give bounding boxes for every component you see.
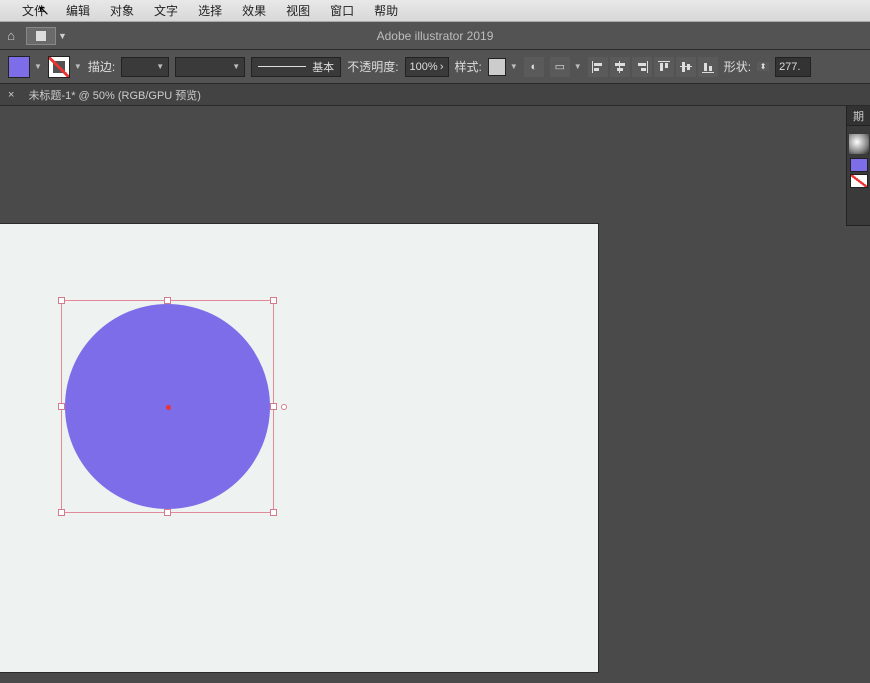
selection-bounding-box[interactable] (61, 300, 274, 513)
menu-select[interactable]: 选择 (188, 0, 232, 21)
panel-fill-swatch[interactable] (850, 158, 868, 172)
resize-handle-top-right[interactable] (270, 297, 277, 304)
opacity-label: 不透明度: (347, 58, 398, 75)
stroke-color-swatch[interactable] (48, 56, 70, 78)
chevron-down-icon[interactable]: ▼ (574, 62, 582, 71)
brush-label: 基本 (312, 59, 334, 75)
chevron-down-icon: ▼ (156, 62, 164, 71)
resize-handle-top-left[interactable] (58, 297, 65, 304)
graphic-style-swatch[interactable] (488, 58, 506, 76)
chevron-down-icon: ▼ (232, 62, 240, 71)
panel-thumbnail[interactable] (849, 134, 869, 154)
right-panel: 期 (846, 106, 870, 226)
pie-widget-handle[interactable] (281, 404, 287, 410)
menu-bar: 文件 编辑 对象 文字 选择 效果 视图 窗口 帮助 (0, 0, 870, 22)
resize-handle-bottom-left[interactable] (58, 509, 65, 516)
brush-definition-dropdown[interactable]: 基本 (251, 57, 341, 77)
chevron-down-icon[interactable]: ▼ (74, 62, 82, 71)
menu-object[interactable]: 对象 (100, 0, 144, 21)
resize-handle-bottom-middle[interactable] (164, 509, 171, 516)
chevron-down-icon[interactable]: ▼ (510, 62, 518, 71)
recolor-icon[interactable]: ◐ (524, 57, 544, 77)
shape-width-input[interactable]: 277. (775, 57, 811, 77)
chevron-down-icon: ▼ (58, 31, 67, 41)
brush-preview-line (258, 66, 306, 67)
resize-handle-middle-left[interactable] (58, 403, 65, 410)
panel-tab[interactable]: 期 (847, 106, 870, 126)
opacity-input[interactable]: 100% › (405, 57, 449, 77)
opacity-value: 100% (410, 61, 438, 73)
menu-edit[interactable]: 编辑 (56, 0, 100, 21)
menu-view[interactable]: 视图 (276, 0, 320, 21)
menu-type[interactable]: 文字 (144, 0, 188, 21)
resize-handle-top-middle[interactable] (164, 297, 171, 304)
fill-color-swatch[interactable] (8, 56, 30, 78)
home-icon[interactable]: ⌂ (0, 28, 22, 43)
menu-file[interactable]: 文件 (12, 0, 56, 21)
chevron-down-icon[interactable]: ▼ (34, 62, 42, 71)
selection-center-point[interactable] (166, 405, 171, 410)
shape-width-value: 277. (779, 61, 800, 73)
menu-help[interactable]: 帮助 (364, 0, 408, 21)
align-vcenter-icon[interactable] (676, 57, 696, 77)
resize-handle-middle-right[interactable] (270, 403, 277, 410)
menu-effect[interactable]: 效果 (232, 0, 276, 21)
document-tab-row: × 未标题-1* @ 50% (RGB/GPU 预览) (0, 84, 870, 106)
app-title-bar: ⌂ ▼ Adobe illustrator 2019 (0, 22, 870, 50)
variable-width-dropdown[interactable]: ▼ (175, 57, 245, 77)
align-hcenter-icon[interactable] (610, 57, 630, 77)
align-top-icon[interactable] (654, 57, 674, 77)
workspace-switcher[interactable] (26, 27, 56, 45)
close-tab-button[interactable]: × (0, 89, 20, 101)
document-tab[interactable]: 未标题-1* @ 50% (RGB/GPU 预览) (20, 87, 209, 103)
document-setup-icon[interactable]: ▭ (550, 57, 570, 77)
panel-none-swatch[interactable] (850, 174, 868, 188)
chevron-right-icon: › (440, 61, 444, 73)
align-button-group (588, 57, 718, 77)
resize-handle-bottom-right[interactable] (270, 509, 277, 516)
control-bar: ▼ ▼ 描边: ▼ ▼ 基本 不透明度: 100% › 样式: ▼ ◐ ▭ ▼ … (0, 50, 870, 84)
workspace[interactable]: 期 (0, 106, 870, 683)
app-title: Adobe illustrator 2019 (377, 29, 494, 43)
align-right-icon[interactable] (632, 57, 652, 77)
style-label: 样式: (455, 58, 482, 75)
shape-label: 形状: (724, 58, 751, 75)
artboard[interactable] (0, 224, 598, 672)
stroke-weight-dropdown[interactable]: ▼ (121, 57, 169, 77)
align-bottom-icon[interactable] (698, 57, 718, 77)
align-left-icon[interactable] (588, 57, 608, 77)
menu-window[interactable]: 窗口 (320, 0, 364, 21)
link-wh-icon[interactable]: ⬍ (757, 62, 769, 71)
stroke-label: 描边: (88, 58, 115, 75)
